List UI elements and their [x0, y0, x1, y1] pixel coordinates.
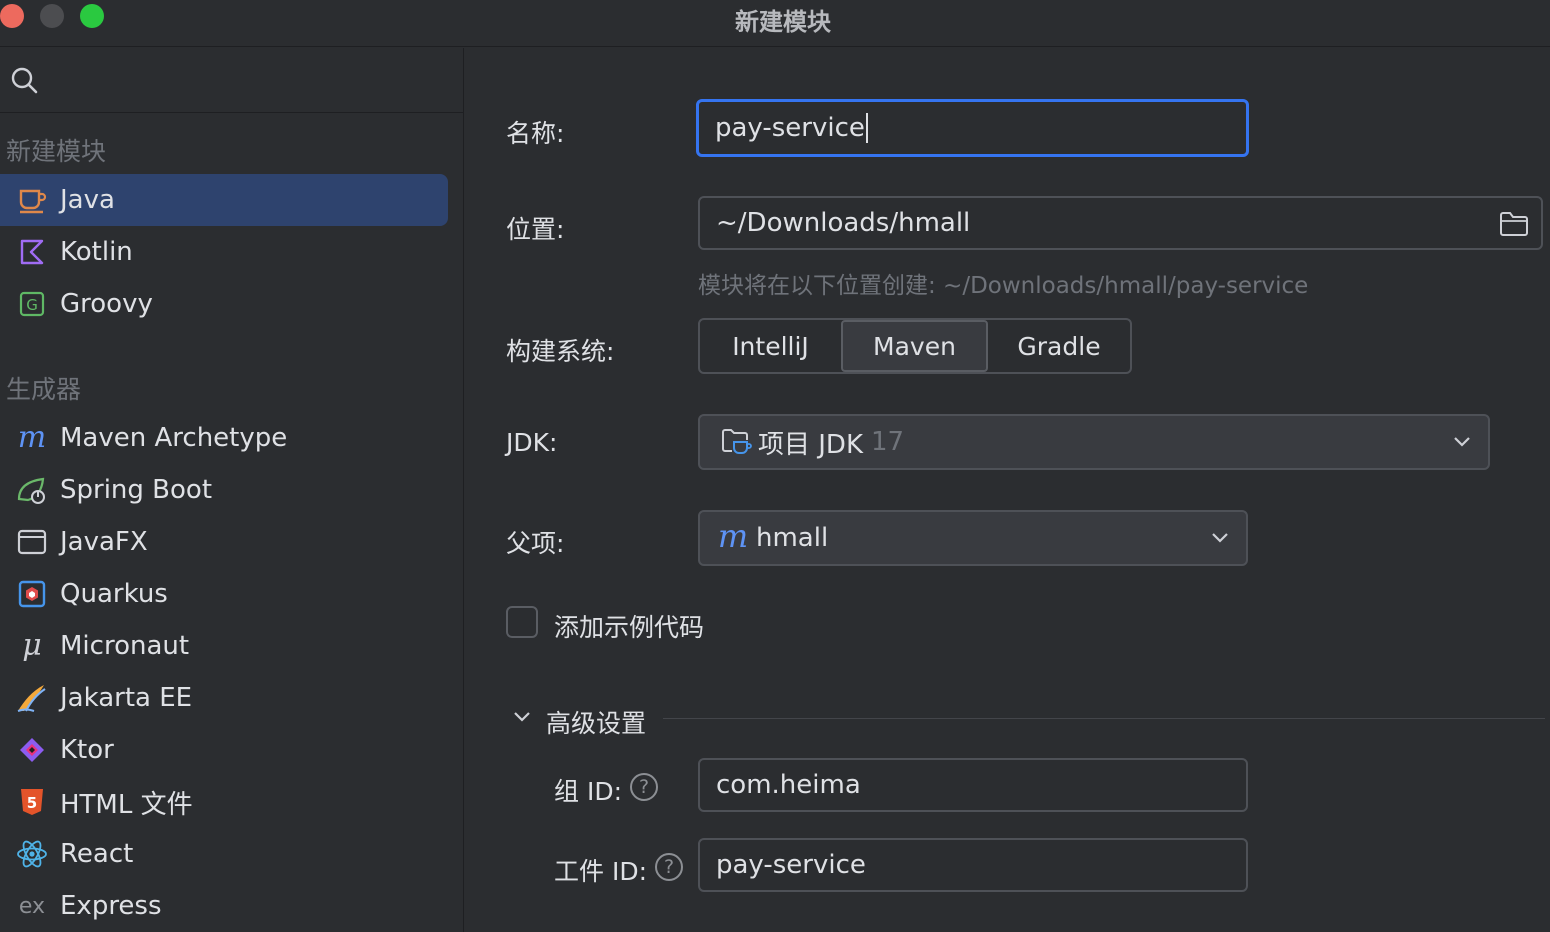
window-title: 新建模块 — [735, 8, 831, 36]
sidebar-item-react[interactable]: React — [0, 828, 448, 880]
sidebar-item-label: Express — [60, 891, 162, 921]
sidebar-item-quarkus[interactable]: Quarkus — [0, 568, 448, 620]
sidebar-item-jakarta-ee[interactable]: Jakarta EE — [0, 672, 448, 724]
sidebar-item-spring-boot[interactable]: Spring Boot — [0, 464, 448, 516]
title-bar: 新建模块 — [0, 0, 1550, 47]
svg-text:G: G — [26, 296, 38, 314]
module-form: 名称: pay-service 位置: ~/Downloads/hmall 模块… — [465, 48, 1550, 932]
svg-text:μ: μ — [22, 631, 42, 661]
sidebar-item-label: Ktor — [60, 735, 114, 765]
text-caret — [865, 113, 868, 143]
chevron-down-icon — [1212, 533, 1228, 543]
name-value: pay-service — [715, 113, 865, 143]
sidebar-item-label: Spring Boot — [60, 475, 213, 505]
artifact-id-input[interactable]: pay-service — [698, 838, 1248, 892]
sidebar-item-label: Quarkus — [60, 579, 168, 609]
parent-value: hmall — [756, 523, 829, 553]
parent-dropdown[interactable]: m hmall — [698, 510, 1248, 566]
html5-icon: 5 — [16, 787, 48, 817]
sidebar-item-html-file[interactable]: 5 HTML 文件 — [0, 776, 448, 828]
java-cup-icon — [16, 185, 48, 215]
chevron-down-icon — [1454, 437, 1470, 447]
section-title-new-module: 新建模块 — [6, 137, 107, 166]
sidebar-item-label: JavaFX — [60, 527, 148, 557]
quarkus-icon — [16, 579, 48, 609]
sidebar-item-label: Micronaut — [60, 631, 190, 661]
sidebar-item-javafx[interactable]: JavaFX — [0, 516, 448, 568]
build-option-intellij[interactable]: IntelliJ — [700, 320, 841, 372]
jdk-value: 项目 JDK — [758, 429, 864, 460]
group-id-label: 组 ID: — [554, 777, 622, 806]
project-jdk-folder-icon — [722, 429, 752, 454]
spring-boot-icon — [16, 475, 48, 505]
sidebar-item-kotlin[interactable]: Kotlin — [0, 226, 448, 278]
sidebar-item-label: Groovy — [60, 289, 153, 319]
micronaut-icon: μ — [16, 631, 48, 661]
add-sample-code-checkbox[interactable] — [506, 606, 538, 638]
sidebar-item-label: React — [60, 839, 134, 869]
ktor-icon — [16, 735, 48, 765]
svg-text:5: 5 — [27, 794, 37, 812]
jdk-dropdown[interactable]: 项目 JDK 17 — [698, 414, 1490, 470]
location-hint: 模块将在以下位置创建: ~/Downloads/hmall/pay-servic… — [698, 273, 1309, 299]
sidebar-item-express[interactable]: ex Express — [0, 880, 448, 932]
group-id-input[interactable]: com.heima — [698, 758, 1248, 812]
location-value: ~/Downloads/hmall — [716, 208, 971, 238]
jdk-version: 17 — [871, 427, 905, 457]
parent-label: 父项: — [506, 529, 565, 558]
svg-text:m: m — [18, 423, 46, 453]
react-icon — [16, 839, 48, 869]
maven-icon: m — [718, 523, 748, 553]
location-input[interactable]: ~/Downloads/hmall — [698, 196, 1543, 250]
maven-icon: m — [16, 423, 48, 453]
location-label: 位置: — [506, 215, 565, 244]
sidebar-item-micronaut[interactable]: μ Micronaut — [0, 620, 448, 672]
section-title-generators: 生成器 — [6, 375, 82, 404]
help-icon[interactable]: ? — [655, 853, 683, 881]
sidebar-item-label: Maven Archetype — [60, 423, 288, 453]
sidebar-item-groovy[interactable]: G Groovy — [0, 278, 448, 330]
add-sample-code-label: 添加示例代码 — [554, 613, 705, 642]
svg-text:ex: ex — [19, 894, 45, 919]
build-option-gradle[interactable]: Gradle — [988, 320, 1130, 372]
chevron-down-icon[interactable] — [512, 710, 532, 724]
sidebar-item-java[interactable]: Java — [0, 174, 448, 226]
javafx-window-icon — [16, 527, 48, 557]
name-input[interactable]: pay-service — [696, 99, 1249, 157]
build-option-maven[interactable]: Maven — [841, 320, 988, 372]
sidebar-item-label: Jakarta EE — [60, 683, 193, 713]
express-icon: ex — [16, 891, 48, 921]
sidebar-item-label: Kotlin — [60, 237, 133, 267]
search-icon — [11, 67, 38, 94]
artifact-id-value: pay-service — [716, 850, 866, 880]
sidebar-item-label: HTML 文件 — [60, 789, 193, 820]
build-system-segmented: IntelliJ Maven Gradle — [698, 318, 1132, 374]
name-label: 名称: — [506, 119, 565, 148]
advanced-settings-divider — [663, 718, 1545, 719]
folder-icon[interactable] — [1499, 211, 1529, 237]
build-system-label: 构建系统: — [506, 337, 615, 366]
sidebar-search[interactable] — [0, 48, 464, 113]
jakarta-ee-icon — [16, 683, 48, 713]
sidebar-item-label: Java — [60, 185, 115, 215]
group-id-value: com.heima — [716, 770, 861, 800]
groovy-icon: G — [16, 289, 48, 319]
sidebar: 新建模块 Java Kotlin G Groovy 生成器 m Maven Ar… — [0, 48, 464, 932]
jdk-label: JDK: — [506, 428, 558, 457]
artifact-id-label: 工件 ID: — [554, 857, 647, 886]
sidebar-item-ktor[interactable]: Ktor — [0, 724, 448, 776]
svg-text:m: m — [718, 523, 748, 553]
kotlin-icon — [16, 237, 48, 267]
help-icon[interactable]: ? — [630, 773, 658, 801]
sidebar-item-maven-archetype[interactable]: m Maven Archetype — [0, 412, 448, 464]
advanced-settings-toggle[interactable]: 高级设置 — [546, 704, 646, 740]
